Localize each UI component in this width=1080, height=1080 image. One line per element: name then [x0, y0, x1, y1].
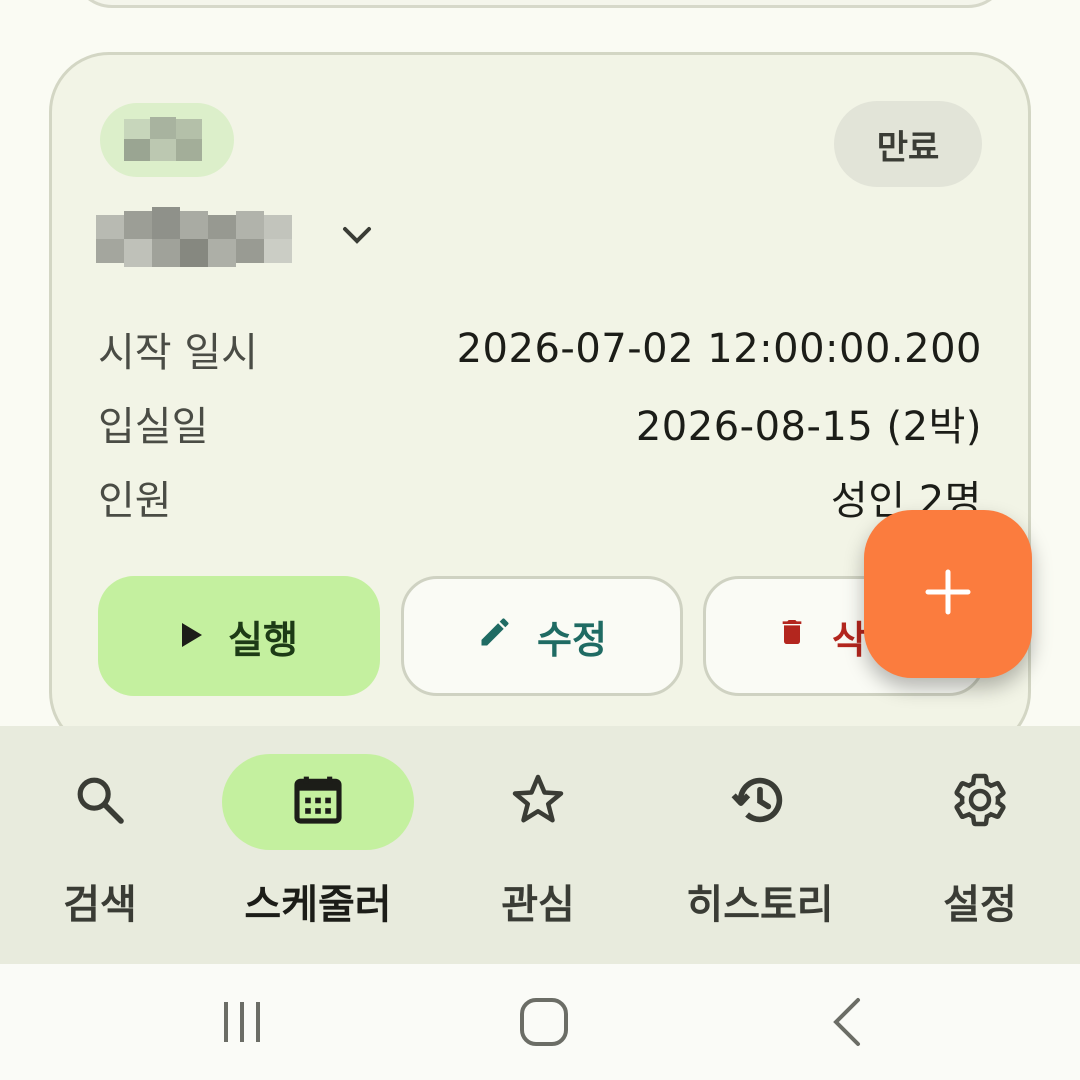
back-icon[interactable]: [806, 982, 886, 1062]
gear-icon: [950, 770, 1010, 834]
edit-button-label: 수정: [537, 617, 607, 662]
plus-icon: [924, 568, 972, 620]
history-icon: [729, 769, 791, 835]
previous-card-edge: [72, 0, 1008, 8]
run-button-label: 실행: [228, 617, 298, 662]
edit-button[interactable]: 수정: [401, 576, 683, 696]
search-icon: [72, 772, 128, 832]
trash-icon: [776, 614, 808, 659]
delete-button-label: 삭: [832, 617, 867, 662]
nav-pill: [884, 754, 1076, 850]
nav-label: 설정: [943, 882, 1017, 928]
calendar-icon: [290, 772, 346, 832]
blurred-category-tag: [100, 103, 234, 177]
nav-item-settings[interactable]: 설정: [880, 726, 1080, 964]
nav-label: 히스토리: [686, 882, 834, 928]
detail-value: 2026-08-15 (2박): [635, 404, 982, 450]
nav-pill-active: [222, 754, 414, 850]
nav-item-favorites[interactable]: 관심: [438, 726, 638, 964]
detail-label: 입실일: [98, 404, 209, 450]
nav-item-scheduler[interactable]: 스케줄러: [218, 726, 418, 964]
chevron-down-icon[interactable]: [337, 215, 377, 255]
nav-item-search[interactable]: 검색: [0, 726, 200, 964]
detail-row-start-time: 시작 일시 2026-07-02 12:00:00.200: [98, 321, 982, 377]
star-icon: [508, 770, 568, 834]
add-button[interactable]: [864, 510, 1032, 678]
detail-value: 2026-07-02 12:00:00.200: [456, 326, 982, 372]
detail-row-guests: 인원 성인 2명: [98, 469, 982, 525]
bottom-navigation: 검색 스케줄러 관심 히스토리 설정: [0, 726, 1080, 964]
nav-pill: [442, 754, 634, 850]
nav-pill: [664, 754, 856, 850]
nav-item-history[interactable]: 히스토리: [660, 726, 860, 964]
recent-apps-icon[interactable]: [202, 982, 282, 1062]
detail-row-checkin: 입실일 2026-08-15 (2박): [98, 395, 982, 451]
nav-label: 검색: [63, 882, 137, 928]
home-icon[interactable]: [504, 982, 584, 1062]
status-badge: 만료: [834, 101, 982, 187]
play-icon: [180, 614, 204, 658]
run-button[interactable]: 실행: [98, 576, 380, 696]
nav-label: 스케줄러: [244, 882, 392, 928]
nav-pill: [4, 754, 196, 850]
pencil-icon: [477, 614, 513, 659]
system-navigation-bar: [0, 964, 1080, 1080]
detail-label: 인원: [98, 478, 172, 524]
nav-label: 관심: [501, 882, 575, 928]
detail-label: 시작 일시: [98, 330, 258, 376]
blurred-accommodation-name[interactable]: [96, 207, 312, 271]
